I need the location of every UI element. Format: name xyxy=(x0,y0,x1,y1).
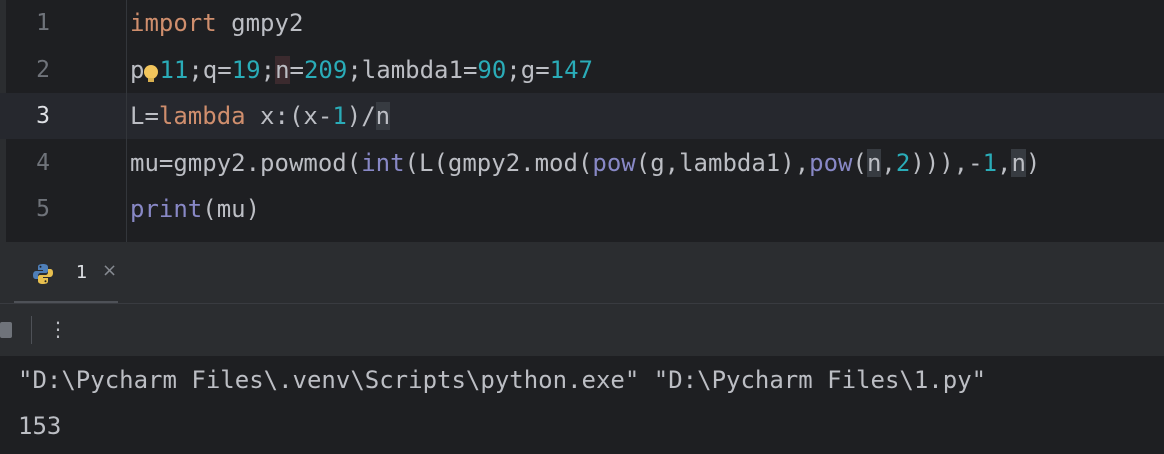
builtin-int: int xyxy=(361,149,405,177)
code-text[interactable]: import gmpy2 xyxy=(130,0,303,46)
code-token: x:(x- xyxy=(245,102,333,130)
code-line-1[interactable]: 1 import gmpy2 xyxy=(0,0,1164,46)
code-token: ( xyxy=(852,149,867,177)
console-result-line: 153 xyxy=(18,412,62,440)
python-icon xyxy=(33,264,53,284)
lightbulb-icon[interactable] xyxy=(144,65,159,82)
number-token: 1 xyxy=(332,102,347,130)
code-token: (mu) xyxy=(202,195,261,223)
code-text[interactable]: L=lambda x:(x-1)/n xyxy=(130,93,391,139)
close-icon[interactable]: × xyxy=(102,260,117,281)
run-tool-window-tabs: 1 × xyxy=(0,242,1164,304)
run-toolbar: ⋮ xyxy=(0,304,1164,356)
console-command-line: "D:\Pycharm Files\.venv\Scripts\python.e… xyxy=(18,366,987,394)
code-line-5[interactable]: 5 print(mu) xyxy=(0,186,1164,232)
code-line-4[interactable]: 4 mu=gmpy2.powmod(int(L(gmpy2.mod(pow(g,… xyxy=(0,140,1164,186)
number-token: 90 xyxy=(477,56,507,84)
highlighted-token: n xyxy=(375,102,391,130)
code-token: gmpy2 xyxy=(216,9,304,37)
line-number: 4 xyxy=(36,150,50,176)
run-tab-1[interactable]: 1 × xyxy=(14,242,118,304)
highlighted-token: n xyxy=(1011,149,1026,177)
line-number: 2 xyxy=(36,57,50,83)
code-editor[interactable]: 1 import gmpy2 2 p 11;q=19;n=209;lambda1=… xyxy=(0,0,1164,242)
number-token: 147 xyxy=(549,56,594,84)
builtin-pow: pow xyxy=(809,149,853,177)
code-token: )/ xyxy=(346,102,376,130)
number-token: 2 xyxy=(895,149,911,177)
line-number: 3 xyxy=(36,103,50,129)
line-number: 1 xyxy=(36,10,50,36)
code-token: ;q= xyxy=(188,56,232,84)
code-token: ))),- xyxy=(910,149,983,177)
code-text[interactable]: print(mu) xyxy=(130,186,260,232)
code-text[interactable]: mu=gmpy2.powmod(int(L(gmpy2.mod(pow(g,la… xyxy=(130,140,1040,186)
code-token: ;g= xyxy=(506,56,550,84)
number-token: 209 xyxy=(303,56,348,84)
line-number: 5 xyxy=(36,196,50,222)
builtin-print: print xyxy=(130,195,203,223)
code-token: (L(gmpy2.mod( xyxy=(404,149,593,177)
code-token: = xyxy=(289,56,304,84)
number-token: 11 xyxy=(159,56,189,84)
code-token: ; xyxy=(260,56,276,84)
code-text[interactable]: p 11;q=19;n=209;lambda1=90;g=147 xyxy=(130,47,593,93)
code-token: p xyxy=(130,56,145,84)
keyword-import: import xyxy=(130,9,217,37)
more-options-icon[interactable]: ⋮ xyxy=(48,317,68,341)
gutter-separator xyxy=(126,0,127,242)
number-token: 1 xyxy=(982,149,998,177)
keyword-lambda: lambda xyxy=(158,102,246,130)
tab-label: 1 xyxy=(76,262,88,283)
highlighted-token: n xyxy=(866,149,882,177)
code-line-2[interactable]: 2 p 11;q=19;n=209;lambda1=90;g=147 xyxy=(0,47,1164,93)
console-output[interactable]: "D:\Pycharm Files\.venv\Scripts\python.e… xyxy=(0,356,1164,454)
code-token: , xyxy=(881,149,896,177)
highlighted-token: n xyxy=(275,56,290,84)
code-token: mu=gmpy2.powmod( xyxy=(130,149,362,177)
code-token: (g,lambda1), xyxy=(635,149,810,177)
code-token: , xyxy=(997,149,1012,177)
code-token: ;lambda1= xyxy=(347,56,478,84)
code-line-3[interactable]: 3 L=lambda x:(x-1)/n xyxy=(0,93,1164,139)
code-token: ) xyxy=(1025,149,1041,177)
builtin-pow: pow xyxy=(592,149,636,177)
number-token: 19 xyxy=(231,56,261,84)
toolbar-separator xyxy=(31,316,32,344)
stop-icon[interactable] xyxy=(0,322,12,338)
code-token: L= xyxy=(130,102,159,130)
